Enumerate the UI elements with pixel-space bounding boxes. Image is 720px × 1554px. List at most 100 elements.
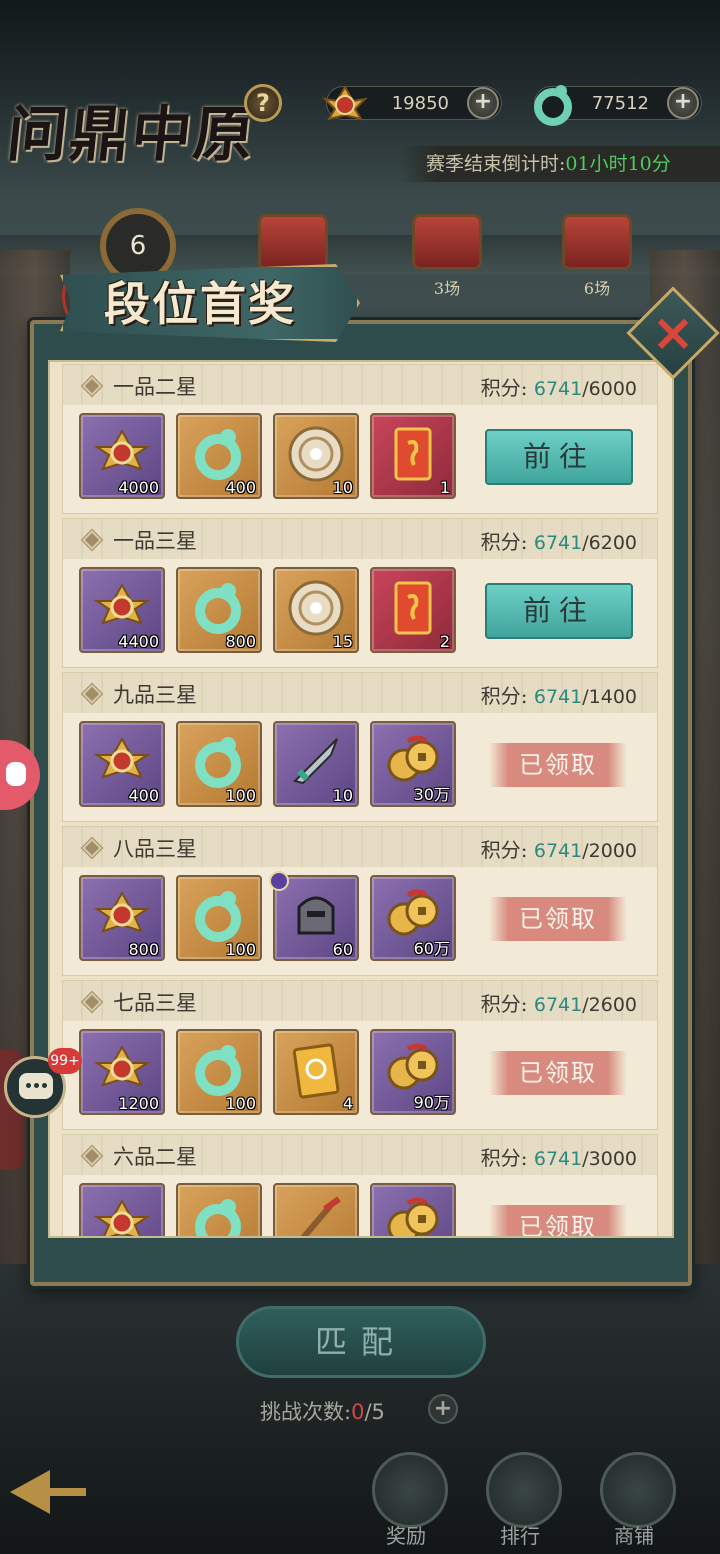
score-current: 6741 — [533, 1148, 583, 1170]
medal-icon — [93, 890, 151, 933]
item-count: 2 — [439, 632, 450, 651]
medal-icon — [93, 1198, 151, 1236]
reward-item-helmet[interactable]: 60 — [269, 871, 359, 961]
reward-item-medal[interactable]: 1200 — [79, 1029, 165, 1115]
reward-item-gold-card[interactable]: 4 — [273, 1029, 359, 1115]
go-button[interactable]: 前往 — [485, 583, 633, 639]
nav-ranking-button[interactable] — [486, 1452, 562, 1528]
rank-label: 一品三星 — [113, 529, 197, 553]
help-icon[interactable]: ? — [244, 84, 282, 122]
reward-item-disc[interactable]: 10 — [273, 413, 359, 499]
score-text: 积分: 6741/1400 — [481, 680, 637, 709]
diamond-icon — [80, 836, 104, 860]
resource-medal: 19850 + — [322, 84, 502, 121]
score-current: 6741 — [533, 532, 583, 554]
chest-1[interactable]: 1场 — [258, 214, 328, 298]
countdown-time: 01小时10分 — [565, 153, 671, 175]
add-medal-button[interactable]: + — [467, 87, 499, 119]
jade-icon — [195, 737, 241, 788]
item-count: 4400 — [118, 632, 159, 651]
medal-icon — [322, 84, 368, 121]
match-button[interactable]: 匹配 — [236, 1306, 486, 1378]
reward-card: 七品三星 积分: 6741/2600 1200 100 4 90万 已领取 — [62, 980, 658, 1130]
reward-item-medal[interactable]: 400 — [79, 721, 165, 807]
reward-item-jade[interactable]: 100 — [176, 875, 262, 961]
brush-icon — [300, 1196, 341, 1236]
reward-item-jade[interactable]: 100 — [176, 721, 262, 807]
jade-icon — [534, 85, 572, 126]
reward-item-jade[interactable]: 100 — [176, 1029, 262, 1115]
reward-item-jade[interactable]: 800 — [176, 567, 262, 653]
jade-icon — [195, 891, 241, 942]
score-label: 积分: — [480, 376, 528, 400]
reward-card: 六品二星 积分: 6741/3000 已领取 — [62, 1134, 658, 1236]
red-envelope-icon — [394, 581, 432, 635]
item-count: 400 — [128, 786, 159, 805]
season-countdown: 赛季结束倒计时:01小时10分 — [400, 146, 720, 182]
item-count: 1 — [439, 478, 450, 497]
nav-rewards-button[interactable] — [372, 1452, 448, 1528]
reward-card: 九品三星 积分: 6741/1400 400 100 10 30万 已领取 — [62, 672, 658, 822]
score-text: 积分: 6741/6000 — [481, 372, 637, 401]
item-count: 30万 — [413, 785, 450, 804]
item-count: 100 — [225, 786, 256, 805]
chest-3[interactable]: 6场 — [562, 214, 632, 298]
item-count: 15 — [332, 632, 353, 651]
add-jade-button[interactable]: + — [667, 87, 699, 119]
modal-title: 段位首奖 — [104, 277, 296, 331]
score-label: 积分: — [480, 992, 528, 1016]
reward-item-coins[interactable]: 30万 — [370, 721, 456, 807]
item-count: 10 — [332, 786, 353, 805]
reward-item-jade[interactable] — [176, 1183, 262, 1236]
chest-2[interactable]: 3场 — [412, 214, 482, 298]
medal-icon — [93, 1044, 151, 1087]
nav-shop-label: 商铺 — [614, 1524, 654, 1548]
reward-item-jade[interactable]: 400 — [176, 413, 262, 499]
reward-item-medal[interactable]: 800 — [79, 875, 165, 961]
card-header: 九品三星 积分: 6741/1400 — [63, 673, 657, 713]
medal-icon — [93, 428, 151, 471]
claimed-button: 已领取 — [489, 743, 627, 787]
reward-item-coins[interactable] — [370, 1183, 456, 1236]
diamond-icon — [80, 374, 104, 398]
add-challenge-button[interactable]: + — [428, 1394, 458, 1424]
item-count: 100 — [225, 1094, 256, 1113]
score-text: 积分: 6741/2000 — [481, 834, 637, 863]
go-button[interactable]: 前往 — [485, 429, 633, 485]
reward-item-blade[interactable]: 10 — [273, 721, 359, 807]
close-icon: × — [651, 303, 695, 363]
challenge-used: 0 — [351, 1400, 365, 1424]
reward-card: 一品二星 积分: 6741/6000 4000 400 10 1 前往 — [62, 364, 658, 514]
reward-item-coins[interactable]: 60万 — [370, 875, 456, 961]
score-current: 6741 — [533, 840, 583, 862]
card-header: 六品二星 积分: 6741/3000 — [63, 1135, 657, 1175]
rank-label: 六品二星 — [113, 1145, 197, 1169]
score-current: 6741 — [533, 686, 583, 708]
reward-item-brush[interactable] — [273, 1183, 359, 1236]
challenge-count: 挑战次数:0/5 — [260, 1396, 385, 1426]
nav-shop-button[interactable] — [600, 1452, 676, 1528]
reward-item-medal[interactable]: 4000 — [79, 413, 165, 499]
medal-icon — [93, 582, 151, 625]
reward-item-medal[interactable] — [79, 1183, 165, 1236]
reward-card: 八品三星 积分: 6741/2000 800 100 60 60万 已领取 — [62, 826, 658, 976]
reward-item-coins[interactable]: 90万 — [370, 1029, 456, 1115]
challenge-label: 挑战次数: — [260, 1400, 352, 1424]
reward-item-red-envelope[interactable]: 1 — [370, 413, 456, 499]
item-count: 60万 — [413, 939, 450, 958]
item-count: 10 — [332, 478, 353, 497]
reward-list[interactable]: 一品二星 积分: 6741/6000 4000 400 10 1 前往 一品三星 积分: 674… — [62, 364, 658, 1236]
score-label: 积分: — [480, 1146, 528, 1170]
item-count: 60 — [332, 940, 353, 959]
reward-item-medal[interactable]: 4400 — [79, 567, 165, 653]
card-header: 八品三星 积分: 6741/2000 — [63, 827, 657, 867]
resource-jade: 77512 + — [534, 85, 702, 126]
item-count: 400 — [225, 478, 256, 497]
chat-badge: 99+ — [48, 1048, 82, 1074]
countdown-label: 赛季结束倒计时: — [426, 153, 566, 175]
gold-card-icon — [292, 1043, 340, 1099]
reward-item-red-envelope[interactable]: 2 — [370, 567, 456, 653]
nav-rewards-label: 奖励 — [386, 1524, 426, 1548]
back-arrow-icon[interactable] — [10, 1470, 50, 1514]
reward-item-disc[interactable]: 15 — [273, 567, 359, 653]
